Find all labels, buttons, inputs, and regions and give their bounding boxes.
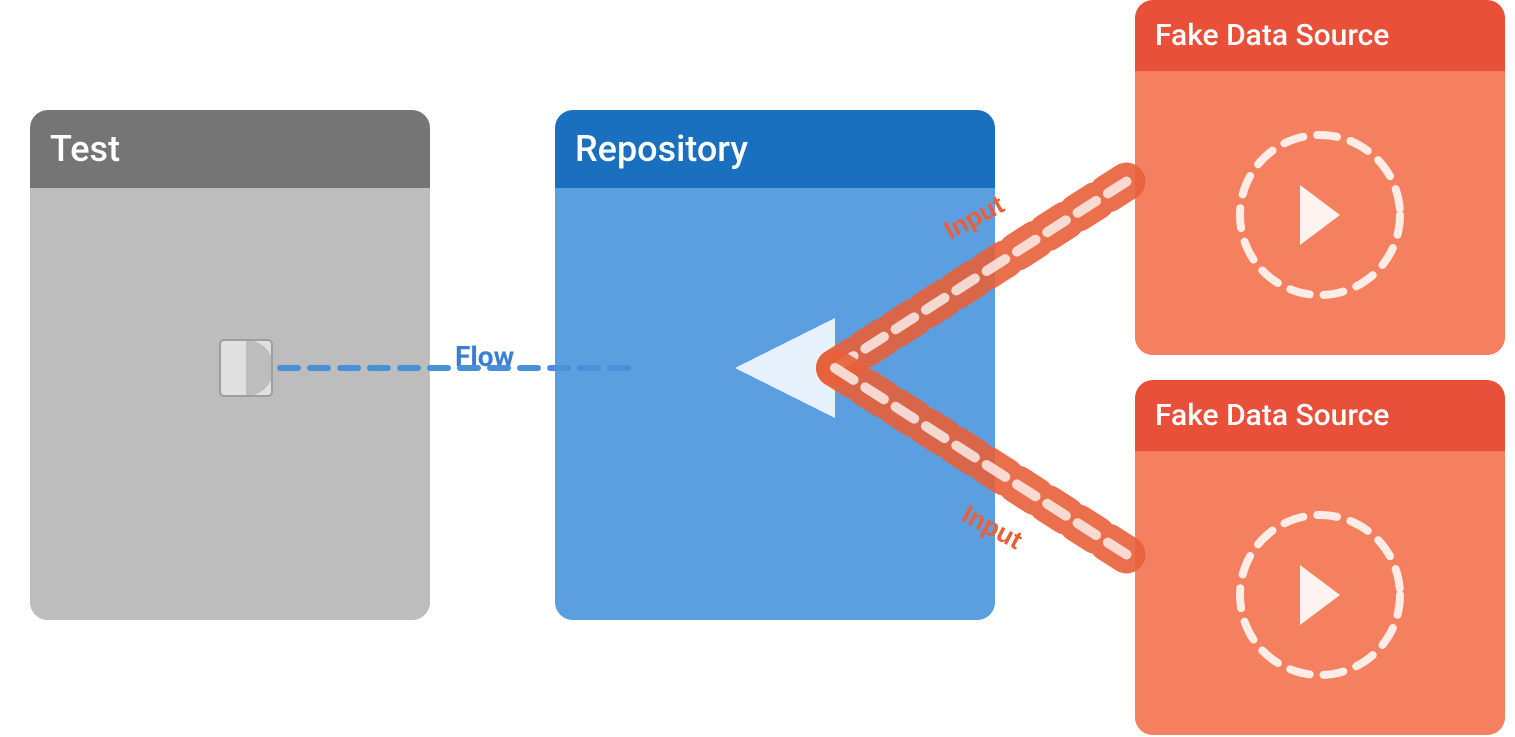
repo-title: Repository <box>575 128 748 170</box>
fake-data-source-bottom[interactable]: Fake Data Source <box>1135 380 1505 735</box>
diagram-canvas: Test Repository Fake Data Source Fake Da… <box>0 0 1515 737</box>
test-header: Test <box>30 110 430 188</box>
fds-bottom-body <box>1135 451 1505 735</box>
test-block[interactable]: Test <box>30 110 430 620</box>
fds-top-icon <box>1220 115 1420 315</box>
repo-header: Repository <box>555 110 995 188</box>
fds-bottom-icon <box>1220 495 1420 695</box>
flow-label: Flow <box>455 340 514 373</box>
fds-top-body <box>1135 71 1505 355</box>
fds-top-title: Fake Data Source <box>1155 18 1389 53</box>
fake-data-source-top[interactable]: Fake Data Source <box>1135 0 1505 355</box>
test-title: Test <box>50 128 120 170</box>
fds-bottom-header: Fake Data Source <box>1135 380 1505 451</box>
fds-top-header: Fake Data Source <box>1135 0 1505 71</box>
repo-body <box>555 188 995 620</box>
test-body <box>30 188 430 620</box>
repository-block[interactable]: Repository <box>555 110 995 620</box>
fds-bottom-title: Fake Data Source <box>1155 398 1389 433</box>
